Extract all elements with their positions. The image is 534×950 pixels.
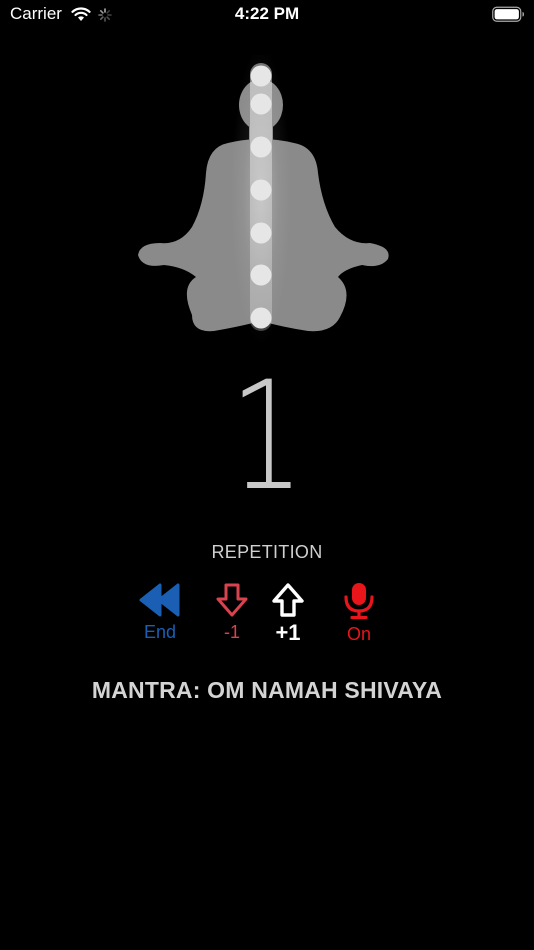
repetition-count: 1 (229, 350, 305, 524)
chakra-dot (250, 222, 272, 244)
microphone-label: On (346, 624, 371, 644)
decrement-label: -1 (223, 622, 240, 642)
status-bar: Carrier 4:22 PM (0, 0, 534, 30)
chakra-dot (250, 93, 272, 115)
chakra-dot (250, 65, 272, 87)
microphone-icon (344, 583, 374, 620)
rewind-icon (139, 583, 180, 617)
decrement-button[interactable]: -1 (202, 582, 262, 652)
battery-icon (492, 6, 524, 22)
chakra-dot (250, 136, 272, 158)
meditation-figure-icon (138, 55, 389, 345)
repetition-label: REPETITION (211, 542, 323, 562)
chakra-dot (250, 264, 272, 286)
increment-label: +1 (275, 620, 301, 645)
arrow-up-icon (272, 583, 304, 617)
chakra-dot (250, 179, 272, 201)
chakra-dot (250, 307, 272, 329)
end-button[interactable]: End (130, 582, 190, 652)
microphone-toggle-button[interactable]: On (329, 582, 389, 652)
increment-button[interactable]: +1 (258, 582, 318, 652)
end-label: End (143, 622, 177, 642)
arrow-down-icon (216, 583, 248, 617)
mantra-title: MANTRA: OM NAMAH SHIVAYA (91, 677, 443, 703)
status-time: 4:22 PM (234, 4, 300, 23)
